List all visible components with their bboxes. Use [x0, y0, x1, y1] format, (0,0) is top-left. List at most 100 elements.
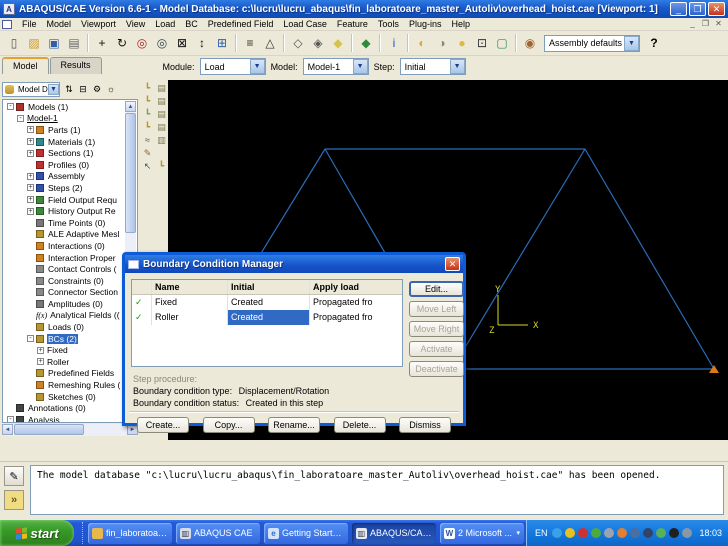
chevron-down-icon[interactable]: ▼ [450, 59, 465, 74]
tray-security-shield-icon[interactable] [565, 528, 575, 538]
bc-name-cell[interactable]: Roller [152, 310, 228, 325]
tree-expander-icon[interactable]: + [27, 184, 34, 191]
menu-item[interactable]: File [17, 18, 42, 30]
tree-item[interactable]: + Roller [4, 356, 125, 368]
tree-item[interactable]: - Models (1) [4, 101, 125, 113]
create-predefined-field-icon[interactable]: ┗ [141, 108, 154, 120]
edit-amplitude-icon[interactable]: ▥ [155, 134, 168, 146]
tree-item-label[interactable]: Annotations (0) [27, 403, 87, 413]
tree-item-label[interactable]: Time Points (0) [47, 218, 106, 228]
color-code-palette-icon[interactable]: ◉ [520, 33, 540, 53]
tree-item[interactable]: + Field Output Requ [4, 194, 125, 206]
tree-item[interactable]: + Steps (2) [4, 182, 125, 194]
close-button[interactable]: ✕ [708, 2, 725, 16]
language-indicator[interactable]: EN [535, 528, 548, 538]
tree-item-label[interactable]: Materials (1) [47, 137, 96, 147]
bc-manager-icon[interactable]: ▤ [155, 95, 168, 107]
tray-language-icon[interactable] [552, 528, 562, 538]
tree-expander-icon[interactable]: + [37, 347, 44, 354]
activate-button[interactable]: Activate [409, 341, 464, 357]
tree-item[interactable]: Remeshing Rules ( [4, 379, 125, 391]
tree-item-label[interactable]: Roller [46, 357, 70, 367]
render-shaded-icon[interactable]: ◆ [356, 33, 376, 53]
chevron-down-icon[interactable]: ▼ [624, 36, 639, 51]
context-help-icon[interactable]: ? [644, 33, 664, 53]
render-wire-stack-icon[interactable]: ≡ [240, 33, 260, 53]
menu-item[interactable]: Viewport [76, 18, 121, 30]
views-toolbox-icon[interactable]: ⊞ [212, 33, 232, 53]
tree-item-label[interactable]: Model-1 [26, 113, 59, 123]
create-load-icon[interactable]: ┗ [141, 82, 154, 94]
message-text-box[interactable]: The model database "c:\lucru\lucru_abaqu… [30, 465, 724, 515]
tray-update-icon[interactable] [656, 528, 666, 538]
chevron-down-icon[interactable]: ▼ [250, 59, 265, 74]
tree-item-label[interactable]: Analysis [27, 415, 61, 422]
tree-item-label[interactable]: Interactions (0) [47, 241, 106, 251]
magnify-view-icon[interactable]: ◎ [132, 33, 152, 53]
column-apply-load[interactable]: Apply load [310, 280, 402, 294]
perspective-icon[interactable]: △ [260, 33, 280, 53]
tree-item[interactable]: Interactions (0) [4, 240, 125, 252]
tree-item[interactable]: + Parts (1) [4, 124, 125, 136]
tray-network-icon[interactable] [643, 528, 653, 538]
tree-item-label[interactable]: Profiles (0) [47, 160, 90, 170]
tree-item-label[interactable]: Models (1) [27, 102, 69, 112]
wireframe-cube-icon[interactable]: ◇ [288, 33, 308, 53]
tree-expander-icon[interactable]: - [7, 103, 14, 110]
fit-view-icon[interactable]: ⊠ [172, 33, 192, 53]
tree-expander-icon[interactable]: + [27, 173, 34, 180]
tree-item-label[interactable]: Loads (0) [47, 322, 85, 332]
bc-initial-cell[interactable]: Created [228, 295, 310, 310]
scrollbar-thumb[interactable] [14, 424, 84, 435]
tree-item[interactable]: Annotations (0) [4, 402, 125, 414]
tree-item[interactable]: ALE Adaptive Mesl [4, 229, 125, 241]
tree-item[interactable]: Connector Section [4, 287, 125, 299]
mdi-minimize-button[interactable]: _ [686, 19, 699, 28]
minimize-button[interactable]: _ [670, 2, 687, 16]
tray-green-app-icon[interactable] [591, 528, 601, 538]
column-name[interactable]: Name [152, 280, 228, 294]
taskbar-window-button[interactable]: e Getting Starte... [264, 523, 348, 544]
copy-button[interactable]: Copy... [203, 417, 255, 433]
tree-item-label[interactable]: BCs (2) [47, 334, 78, 344]
bc-table-row[interactable]: ✓ Roller Created Propagated fro [132, 310, 402, 325]
color-code-combo[interactable]: Assembly defaults ▼ [544, 35, 640, 52]
dialog-close-icon[interactable]: ✕ [445, 257, 460, 271]
tree-expander-icon[interactable]: - [27, 335, 34, 342]
menu-item[interactable]: Model [42, 18, 77, 30]
chevron-down-icon[interactable]: ▼ [353, 59, 368, 74]
tab[interactable]: Results [50, 57, 102, 74]
bc-initial-cell[interactable]: Created [228, 310, 310, 325]
tree-item-label[interactable]: Parts (1) [47, 125, 82, 135]
tree-item-label[interactable]: Connector Section [47, 287, 119, 297]
tree-expander-icon[interactable]: + [27, 138, 34, 145]
command-line-icon[interactable]: » [4, 490, 24, 510]
tree-item[interactable]: + Sections (1) [4, 147, 125, 159]
tree-expander-icon[interactable]: + [27, 150, 34, 157]
query-info-icon[interactable]: i [384, 33, 404, 53]
taskbar-window-button[interactable]: ▥ ABAQUS/CAE ... [352, 523, 436, 544]
module-combo[interactable]: Load ▼ [200, 58, 266, 75]
maximize-button[interactable]: ❐ [689, 2, 706, 16]
show-hints-icon[interactable]: ☼ [104, 82, 118, 96]
tree-item-label[interactable]: Field Output Requ [47, 195, 118, 205]
tray-network-offline-icon[interactable] [630, 528, 640, 538]
tree-item[interactable]: f(x) Analytical Fields (( [4, 310, 125, 322]
tree-item[interactable]: - Analysis [4, 414, 125, 422]
load-manager-icon[interactable]: ▤ [155, 82, 168, 94]
tree-item-label[interactable]: Interaction Proper [47, 253, 117, 263]
mdi-close-button[interactable]: ✕ [712, 19, 725, 28]
create-load-case-icon[interactable]: ┗ [141, 121, 154, 133]
tree-item-label[interactable]: Constraints (0) [47, 276, 105, 286]
scroll-left-icon[interactable]: ◄ [2, 424, 13, 435]
menu-item[interactable]: View [121, 18, 150, 30]
tree-expander-icon[interactable]: + [27, 126, 34, 133]
dismiss-button[interactable]: Dismiss [399, 417, 451, 433]
zoom-box-icon[interactable]: ◎ [152, 33, 172, 53]
tree-expander-icon[interactable]: + [37, 358, 44, 365]
tray-disabled-app-icon[interactable] [604, 528, 614, 538]
new-file-icon[interactable]: ▯ [4, 33, 24, 53]
viewport-layout-icon[interactable]: ⊡ [472, 33, 492, 53]
bc-apply-load-cell[interactable]: Propagated fro [310, 310, 402, 325]
print-icon[interactable]: ▤ [64, 33, 84, 53]
